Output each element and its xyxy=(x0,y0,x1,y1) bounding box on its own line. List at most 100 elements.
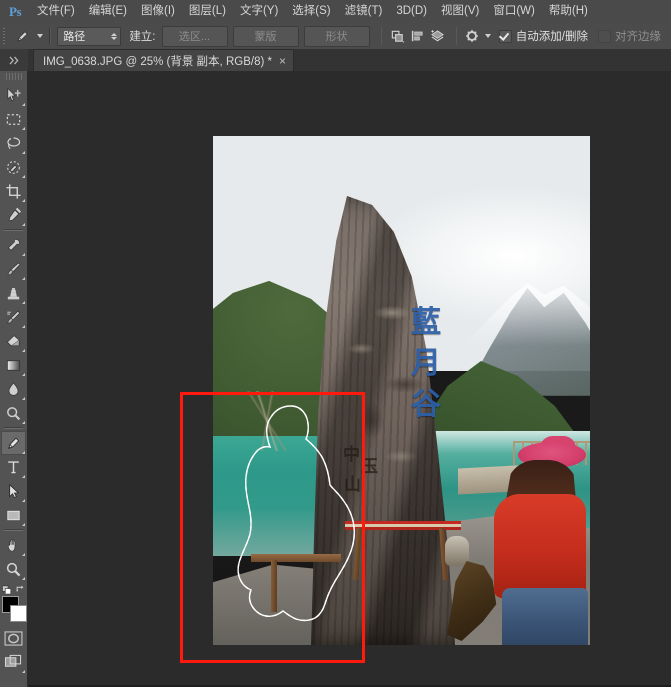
hand-tool-icon xyxy=(7,538,16,551)
align-edges-checkbox[interactable]: 对齐边缘 xyxy=(598,28,661,44)
options-bar-grip[interactable] xyxy=(0,23,8,49)
document-tab-close-icon[interactable]: × xyxy=(279,55,286,67)
menu-help[interactable]: 帮助(H) xyxy=(542,0,595,23)
menu-bar: Ps 文件(F) 编辑(E) 图像(I) 图层(L) 文字(Y) 选择(S) 滤… xyxy=(0,0,671,24)
options-separator-1 xyxy=(49,27,52,45)
menu-image[interactable]: 图像(I) xyxy=(134,0,182,23)
tool-flyout-triangle-icon xyxy=(21,252,25,256)
foreground-background-color-swatches[interactable] xyxy=(1,596,27,622)
menu-filter[interactable]: 滤镜(T) xyxy=(338,0,390,23)
menu-layer[interactable]: 图层(L) xyxy=(182,0,233,23)
swap-colors-icon xyxy=(16,585,24,592)
photo-image: 藍 月 谷 中 山 玉 xyxy=(213,136,590,645)
eyedropper-tool[interactable] xyxy=(1,203,26,227)
path-selection-tool-icon xyxy=(9,483,20,498)
photo-bench-top xyxy=(251,554,341,562)
lasso-tool[interactable] xyxy=(1,131,26,155)
pen-tool-icon xyxy=(8,437,20,449)
gradient-tool-icon xyxy=(6,359,21,371)
tool-flyout-triangle-icon xyxy=(21,174,25,178)
brush-tool[interactable] xyxy=(1,257,26,281)
tools-divider-1 xyxy=(4,229,23,231)
blur-tool-icon xyxy=(8,382,19,396)
healing-brush-tool-icon xyxy=(7,238,20,251)
dodge-tool-icon xyxy=(7,406,21,420)
tool-flyout-triangle-icon xyxy=(21,126,25,130)
auto-add-delete-checkbox-box[interactable] xyxy=(498,29,512,43)
hand-tool[interactable] xyxy=(1,533,26,557)
photo-person-in-red xyxy=(488,436,590,645)
make-selection-button[interactable]: 选区... xyxy=(161,25,228,47)
panel-expander-button[interactable] xyxy=(0,49,28,71)
gradient-tool[interactable] xyxy=(1,353,26,377)
screen-mode-icon xyxy=(4,654,22,667)
tool-preset-picker[interactable] xyxy=(8,23,36,49)
clone-stamp-tool[interactable] xyxy=(1,281,26,305)
tools-divider-2 xyxy=(4,427,23,429)
make-shape-button[interactable]: 形状 xyxy=(303,25,370,47)
menu-file[interactable]: 文件(F) xyxy=(30,0,82,23)
photo-bench-leg xyxy=(271,560,277,612)
color-swap-reset-row[interactable] xyxy=(1,582,26,595)
tool-flyout-triangle-icon xyxy=(21,522,25,526)
auto-add-delete-checkbox[interactable]: 自动添加/删除 xyxy=(498,28,588,44)
quick-mask-mode-button[interactable] xyxy=(1,626,26,650)
tool-flyout-triangle-icon xyxy=(21,669,25,673)
document-tab-bar: IMG_0638.JPG @ 25% (背景 副本, RGB/8) * × xyxy=(0,49,671,72)
menu-3d[interactable]: 3D(D) xyxy=(389,0,434,23)
rectangular-marquee-tool[interactable] xyxy=(1,107,26,131)
canvas-area[interactable]: 藍 月 谷 中 山 玉 xyxy=(27,71,671,685)
align-edges-checkbox-box[interactable] xyxy=(598,29,611,43)
pen-tool-icon xyxy=(17,30,28,42)
quick-selection-tool[interactable] xyxy=(1,155,26,179)
tool-preset-chevron-down-icon[interactable] xyxy=(37,34,44,38)
dodge-tool[interactable] xyxy=(1,401,26,425)
background-color-swatch[interactable] xyxy=(10,605,27,622)
path-mode-stepper-icon xyxy=(111,32,118,40)
eraser-tool[interactable] xyxy=(1,329,26,353)
tool-flyout-triangle-icon xyxy=(21,498,25,502)
path-arrangement-icon[interactable] xyxy=(429,26,446,46)
history-brush-tool[interactable] xyxy=(1,305,26,329)
spot-healing-brush-tool[interactable] xyxy=(1,233,26,257)
tool-flyout-triangle-icon xyxy=(21,348,25,352)
tool-flyout-triangle-icon xyxy=(21,474,25,478)
tool-flyout-triangle-icon xyxy=(21,300,25,304)
menu-select[interactable]: 选择(S) xyxy=(285,0,337,23)
screen-mode-button[interactable] xyxy=(1,650,26,674)
geometry-options-gear-icon[interactable] xyxy=(463,26,480,46)
auto-add-delete-label: 自动添加/删除 xyxy=(515,31,588,43)
tool-flyout-triangle-icon xyxy=(21,420,25,424)
geometry-options-chevron-down-icon[interactable] xyxy=(484,34,491,38)
tool-flyout-triangle-icon xyxy=(21,222,25,226)
quick-selection-tool-icon xyxy=(7,160,20,174)
stone-inscription-char-1: 藍 xyxy=(411,306,441,339)
menu-type[interactable]: 文字(Y) xyxy=(233,0,285,23)
menu-view[interactable]: 视图(V) xyxy=(434,0,486,23)
path-operations-icon[interactable] xyxy=(388,26,405,46)
document-canvas[interactable]: 藍 月 谷 中 山 玉 xyxy=(213,136,590,645)
document-tab[interactable]: IMG_0638.JPG @ 25% (背景 副本, RGB/8) * × xyxy=(33,49,294,71)
clone-stamp-tool-icon xyxy=(7,287,20,299)
pen-tool[interactable] xyxy=(1,431,26,455)
tool-flyout-triangle-icon xyxy=(21,102,25,106)
lasso-tool-icon xyxy=(7,136,21,149)
default-colors-icon xyxy=(2,585,12,595)
path-mode-select[interactable]: 路径 xyxy=(57,26,122,46)
zoom-tool[interactable] xyxy=(1,557,26,581)
crop-tool[interactable] xyxy=(1,179,26,203)
tools-divider-3 xyxy=(4,529,23,531)
tools-panel-grip[interactable] xyxy=(5,73,22,80)
photo-red-jacket xyxy=(494,494,586,598)
photo-eagle-head xyxy=(445,536,469,566)
move-tool[interactable] xyxy=(1,83,26,107)
path-selection-tool[interactable] xyxy=(1,479,26,503)
horizontal-type-tool[interactable] xyxy=(1,455,26,479)
menu-edit[interactable]: 编辑(E) xyxy=(82,0,134,23)
rectangle-tool[interactable] xyxy=(1,503,26,527)
options-separator-3 xyxy=(455,27,458,45)
menu-window[interactable]: 窗口(W) xyxy=(486,0,542,23)
path-alignment-icon[interactable] xyxy=(409,26,426,46)
make-mask-button[interactable]: 蒙版 xyxy=(232,25,299,47)
blur-tool[interactable] xyxy=(1,377,26,401)
